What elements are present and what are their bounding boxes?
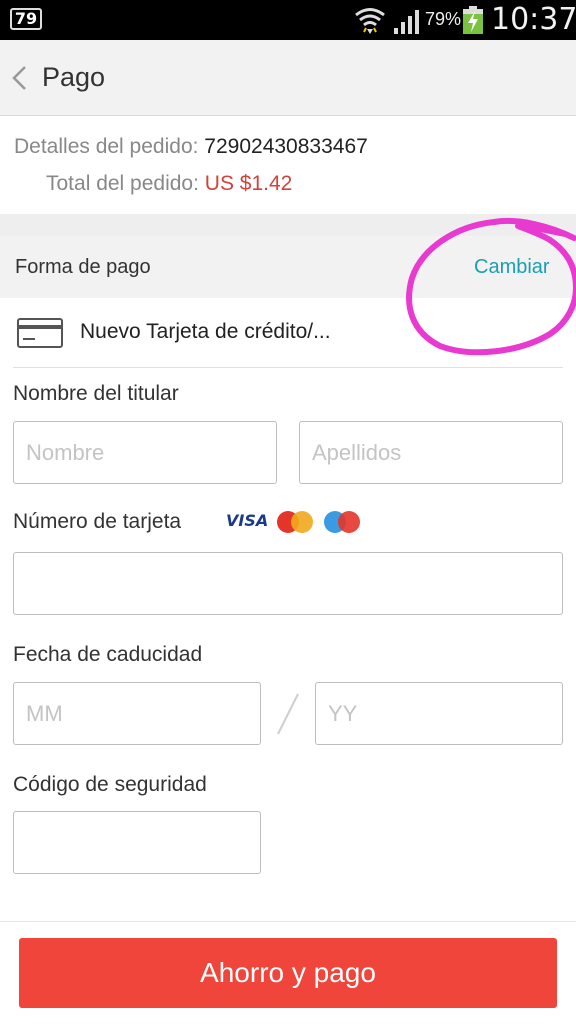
payment-method-label: Nuevo Tarjeta de crédito/... bbox=[80, 320, 331, 343]
chevron-left-icon[interactable] bbox=[10, 64, 28, 92]
order-total-value: US $1.42 bbox=[204, 172, 293, 195]
card-number-input[interactable] bbox=[13, 552, 563, 615]
security-code-label: Código de seguridad bbox=[13, 773, 207, 796]
change-payment-link[interactable]: Cambiar bbox=[474, 256, 550, 279]
clock: 10:37 bbox=[491, 2, 576, 37]
mastercard-logo bbox=[277, 511, 313, 533]
app-header: Pago bbox=[0, 40, 576, 116]
last-name-input[interactable] bbox=[299, 421, 563, 484]
pay-button[interactable]: Ahorro y pago bbox=[19, 938, 557, 1008]
order-details-label: Detalles del pedido: bbox=[14, 135, 205, 158]
battery-percent: 79% bbox=[425, 9, 462, 29]
order-details: Detalles del pedido: 72902430833467 bbox=[14, 135, 368, 159]
signal-icon bbox=[394, 10, 419, 34]
credit-card-icon bbox=[17, 318, 63, 348]
page-title: Pago bbox=[42, 62, 106, 92]
expiry-year-input[interactable] bbox=[315, 682, 563, 745]
order-total: Total del pedido: US $1.42 bbox=[46, 172, 292, 196]
date-separator bbox=[277, 693, 299, 735]
card-number-label: Número de tarjeta bbox=[13, 510, 182, 533]
first-name-input[interactable] bbox=[13, 421, 277, 484]
order-total-label: Total del pedido: bbox=[46, 172, 205, 195]
divider bbox=[13, 367, 563, 368]
section-separator bbox=[0, 214, 576, 236]
status-bar: 79 79% 10:37 bbox=[0, 0, 576, 40]
divider bbox=[0, 921, 576, 922]
payment-method-header: Forma de pago Cambiar bbox=[0, 236, 576, 298]
visa-logo: VISA bbox=[226, 511, 269, 530]
expiry-month-input[interactable] bbox=[13, 682, 261, 745]
holder-name-label: Nombre del titular bbox=[13, 382, 179, 405]
maestro-logo bbox=[324, 511, 360, 533]
expiry-date-label: Fecha de caducidad bbox=[13, 643, 203, 666]
selected-payment-method[interactable]: Nuevo Tarjeta de crédito/... bbox=[0, 298, 576, 368]
security-code-input[interactable] bbox=[13, 811, 261, 874]
notification-badge: 79 bbox=[10, 8, 42, 30]
payment-method-title: Forma de pago bbox=[15, 256, 151, 278]
order-number: 72902430833467 bbox=[204, 135, 368, 158]
battery-charging-icon bbox=[463, 6, 483, 34]
wifi-icon bbox=[355, 8, 385, 34]
